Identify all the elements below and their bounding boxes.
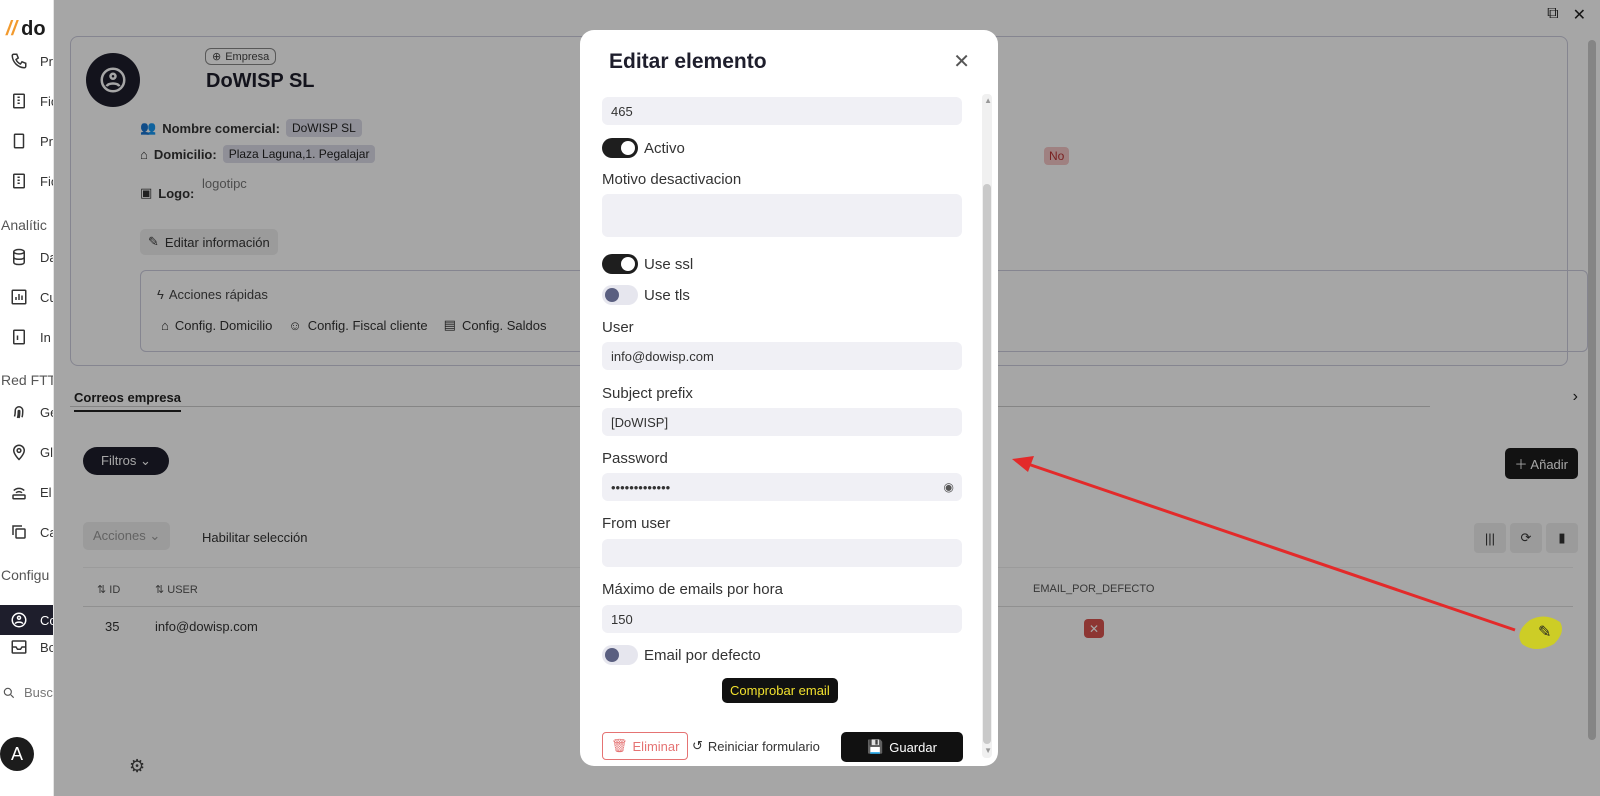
sidebar-section-analytics: Analític	[1, 217, 47, 233]
password-label: Password	[602, 450, 668, 467]
sidebar-search[interactable]: Busca	[2, 685, 53, 700]
close-icon[interactable]: ✕	[953, 49, 970, 74]
user-label: User	[602, 319, 634, 336]
use-ssl-toggle[interactable]	[602, 254, 638, 274]
avatar[interactable]: A	[0, 737, 34, 771]
port-field[interactable]: 465	[602, 97, 962, 125]
reset-form-button[interactable]: ↺ Reiniciar formulario	[692, 738, 820, 754]
subject-prefix-field[interactable]: [DoWISP]	[602, 408, 962, 436]
sidebar-section-config: Configu	[1, 567, 50, 583]
phone-icon	[11, 53, 27, 69]
company-icon	[11, 612, 27, 628]
from-user-field[interactable]	[602, 539, 962, 567]
sidebar-item-bo[interactable]: Bo	[10, 636, 53, 658]
delete-button[interactable]: 🗑 Eliminar	[602, 732, 689, 760]
sidebar-item-tablet[interactable]: Pr	[10, 130, 53, 152]
sidebar-item-active[interactable]: Co	[0, 605, 53, 635]
from-user-label: From user	[602, 515, 671, 532]
sidebar-item-phone[interactable]: Pr	[10, 50, 53, 72]
sidebar-item-chart[interactable]: Cu	[10, 286, 53, 308]
file-icon	[13, 173, 25, 189]
motivo-label: Motivo desactivacion	[602, 171, 742, 188]
app-logo[interactable]: //do	[6, 18, 46, 41]
map-pin-icon	[12, 444, 26, 461]
motivo-textarea[interactable]	[602, 194, 962, 237]
router-icon	[12, 487, 26, 500]
sidebar-item-router[interactable]: El	[10, 481, 52, 503]
default-email-label: Email por defecto	[644, 647, 761, 664]
reset-icon: ↺	[692, 738, 703, 753]
sidebar-item-report[interactable]: In	[10, 326, 51, 348]
password-field[interactable]: ••••••••••••• ◉	[602, 473, 962, 501]
edit-modal: Editar elemento ✕ 465 Activo Motivo desa…	[580, 30, 998, 766]
use-tls-toggle[interactable]	[602, 285, 638, 305]
modal-title: Editar elemento	[609, 50, 767, 73]
default-email-toggle[interactable]	[602, 645, 638, 665]
eye-icon[interactable]: ◉	[944, 480, 954, 494]
file-icon	[13, 93, 25, 109]
sidebar-item-file[interactable]: Fic	[10, 90, 53, 112]
modal-scrollbar-thumb[interactable]	[983, 184, 991, 744]
sidebar: //do Pr Fic Pr Fic Analític Da Cu In Red…	[0, 0, 54, 796]
max-emails-field[interactable]: 150	[602, 605, 962, 633]
check-email-tooltip: Comprobar email	[722, 678, 838, 703]
modal-scrollbar[interactable]	[982, 94, 992, 758]
use-tls-label: Use tls	[644, 287, 690, 304]
sidebar-item-file-2[interactable]: Fic	[10, 170, 53, 192]
sidebar-item-fingerprint[interactable]: Ge	[10, 401, 53, 423]
sidebar-section-network: Red FTT	[1, 372, 54, 388]
inbox-icon	[11, 640, 27, 654]
tablet-icon	[13, 133, 25, 149]
scroll-down-icon[interactable]: ▼	[984, 746, 992, 755]
save-button[interactable]: 💾 Guardar	[841, 732, 963, 762]
chart-icon	[11, 289, 27, 305]
database-icon	[13, 248, 25, 266]
sidebar-item-copy[interactable]: Ca	[10, 521, 53, 543]
trash-icon: 🗑	[611, 738, 628, 753]
user-field[interactable]: info@dowisp.com	[602, 342, 962, 370]
max-emails-label: Máximo de emails por hora	[602, 581, 783, 598]
copy-icon	[12, 525, 26, 539]
scroll-up-icon[interactable]: ▲	[984, 96, 992, 105]
fingerprint-icon	[13, 406, 24, 419]
subject-prefix-label: Subject prefix	[602, 385, 693, 402]
report-icon	[13, 329, 25, 345]
use-ssl-label: Use ssl	[644, 256, 694, 273]
activo-toggle[interactable]	[602, 138, 638, 158]
activo-label: Activo	[644, 140, 685, 157]
save-icon: 💾	[867, 739, 884, 754]
sidebar-item-database[interactable]: Da	[10, 246, 53, 268]
sidebar-item-map[interactable]: Gl	[10, 441, 53, 463]
search-icon	[3, 687, 15, 698]
